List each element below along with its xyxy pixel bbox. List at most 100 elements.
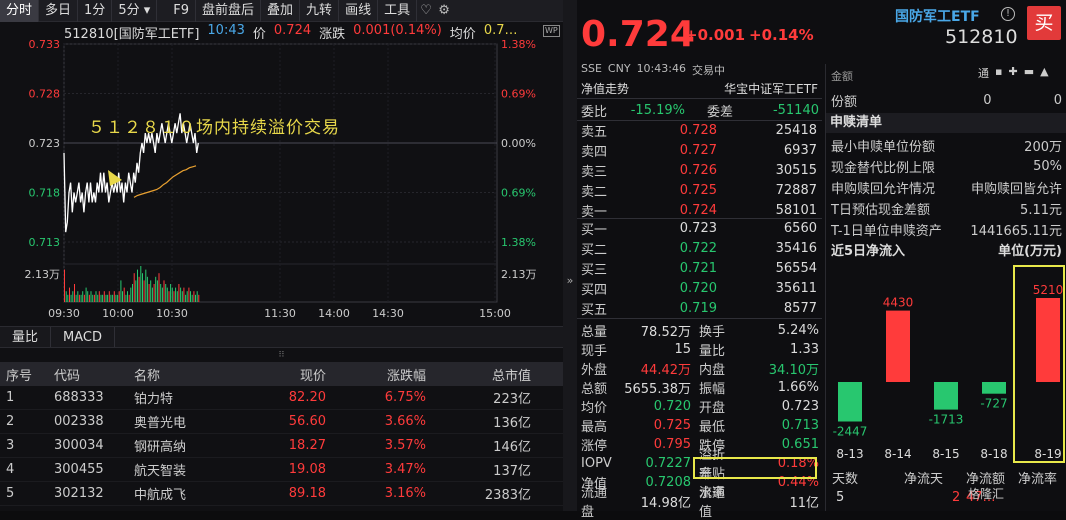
- y-tick-left: 0.718: [29, 187, 61, 200]
- stat-value: 34.10万: [768, 362, 819, 378]
- table-cell: 300034: [54, 438, 104, 453]
- column-header[interactable]: 序号: [0, 365, 50, 384]
- volume-bar: [151, 287, 153, 302]
- table-cell: 3.66%: [384, 414, 426, 429]
- level-price: 0.724: [679, 202, 717, 218]
- volume-bar: [176, 291, 178, 302]
- tools-button[interactable]: 工具: [378, 0, 418, 22]
- redemption-value: 50%: [1033, 158, 1062, 174]
- volume-bar: [196, 291, 198, 302]
- collapse-handle[interactable]: ⁝⁝: [0, 348, 563, 362]
- table-row[interactable]: 2 002338 奥普光电 56.60 3.66% 136亿: [0, 410, 563, 434]
- asks-row[interactable]: 卖二 0.725 72887: [577, 180, 822, 200]
- level-label: 买一: [581, 222, 608, 238]
- flow-summary-value: 5: [836, 490, 845, 505]
- flow-summary-header: 净流率: [1018, 472, 1058, 487]
- nav-trend-link[interactable]: 净值走势: [581, 80, 629, 97]
- buy-button[interactable]: 买: [1027, 6, 1061, 40]
- tab-1min[interactable]: 1分: [78, 0, 113, 22]
- volume-bar: [183, 287, 185, 302]
- tab-multiday[interactable]: 多日: [39, 0, 79, 22]
- tab-macd[interactable]: MACD: [51, 327, 115, 347]
- stat-value: 0.725: [653, 417, 691, 433]
- table-cell: 1: [6, 390, 15, 405]
- stat-label: 内盘: [699, 362, 726, 378]
- level-label: 卖一: [581, 204, 608, 220]
- x-tick: 14:30: [372, 307, 404, 320]
- tab-5min[interactable]: 5分 ▾: [112, 0, 158, 22]
- bids-row[interactable]: 买三 0.721 56554: [577, 258, 822, 278]
- flow-value: -727: [980, 397, 1007, 411]
- side-splitter[interactable]: »: [563, 0, 577, 511]
- table-row[interactable]: 1 688333 铂力特 82.20 6.75% 223亿: [0, 386, 563, 410]
- tab-volume-ratio[interactable]: 量比: [0, 327, 52, 347]
- column-header[interactable]: 名称: [130, 365, 230, 384]
- f9-button[interactable]: F9: [167, 0, 197, 22]
- volume-bar: [142, 273, 143, 302]
- premarket-button[interactable]: 盘前盘后: [196, 0, 262, 22]
- volume-bar: [85, 287, 87, 302]
- asks-row[interactable]: 卖一 0.724 58101: [577, 200, 822, 220]
- table-cell: 钢研高纳: [134, 440, 187, 455]
- gear-icon[interactable]: ⚙: [435, 0, 453, 22]
- stat-row: 流通盘 14.98亿 流通值 11亿: [577, 486, 822, 520]
- level-volume: 30515: [775, 162, 817, 178]
- price-change-pct: +0.14%: [749, 26, 814, 44]
- table-row[interactable]: 5 302132 中航成飞 89.18 3.16% 2383亿: [0, 482, 563, 506]
- detail-column: 通 ▪ ✚ ▬ ▲ 金额 份额 0 0 申赎清单 最小申赎单位份额 200万 现金替代…: [825, 64, 1066, 511]
- heart-icon[interactable]: ♡: [417, 0, 435, 22]
- stat-value: 1.66%: [777, 379, 819, 395]
- volume-bar: [128, 294, 130, 302]
- column-header[interactable]: 现价: [230, 365, 330, 384]
- draw-button[interactable]: 画线: [339, 0, 379, 22]
- asks-row[interactable]: 卖四 0.727 6937: [577, 140, 822, 160]
- column-header[interactable]: 总市值: [430, 365, 535, 384]
- nine-turn-button[interactable]: 九转: [300, 0, 340, 22]
- volume-bar: [198, 294, 200, 302]
- flow-unit: 单位(万元): [998, 244, 1062, 259]
- table-cell: 146亿: [493, 440, 531, 455]
- info-icon[interactable]: !: [1001, 7, 1015, 21]
- column-header[interactable]: 涨跌幅: [330, 365, 430, 384]
- level-volume: 58101: [775, 202, 817, 218]
- overlay-button[interactable]: 叠加: [261, 0, 301, 22]
- volume-bar: [143, 280, 145, 302]
- bids-row[interactable]: 买四 0.720 35611: [577, 278, 822, 298]
- bids-row[interactable]: 买五 0.719 8577: [577, 298, 822, 318]
- tab-intraday[interactable]: 分时: [0, 0, 40, 22]
- volume-bar: [103, 291, 105, 302]
- expand-icon[interactable]: »: [563, 274, 577, 287]
- table-cell: 4: [6, 462, 15, 477]
- table-row[interactable]: 4 300455 航天智装 19.08 3.47% 137亿: [0, 458, 563, 482]
- intraday-chart[interactable]: 0.733 1.38% 0.728 0.69% 0.723 0.00% 0.718 0.69%…: [0, 22, 563, 326]
- stat-label: 量比: [699, 343, 726, 359]
- bids-row[interactable]: 买一 0.723 6560: [577, 218, 822, 238]
- currency: CNY: [607, 62, 631, 75]
- volume-bar: [87, 291, 89, 302]
- trade-status: 交易中: [691, 64, 725, 77]
- column-header[interactable]: 代码: [50, 365, 130, 384]
- asks-row[interactable]: 卖五 0.728 25418: [577, 120, 822, 140]
- volume-bar: [180, 287, 182, 302]
- stat-value: 1.33: [790, 341, 819, 357]
- volume-bar: [82, 291, 84, 302]
- table-row[interactable]: 3 300034 钢研高纳 18.27 3.57% 146亿: [0, 434, 563, 458]
- level-volume: 56554: [775, 260, 817, 276]
- fund-name[interactable]: 国防军工ETF: [895, 6, 980, 26]
- flow-header: 近5日净流入 单位(万元): [826, 242, 1066, 262]
- flow-summary-header: 天数: [832, 472, 859, 487]
- fund-code: 512810: [945, 26, 1018, 48]
- stat-value: 14.98亿: [640, 495, 691, 511]
- nav-row: 净值走势 华宝中证军工ETF: [577, 78, 822, 98]
- table-cell: 铂力特: [134, 392, 174, 407]
- volume-bar: [120, 280, 122, 302]
- volume-bar: [93, 294, 95, 302]
- redemption-label: 现金替代比例上限: [831, 160, 936, 176]
- asks-row[interactable]: 卖三 0.726 30515: [577, 160, 822, 180]
- quote-panel: 0.724 +0.001 +0.14% 国防军工ETF ! 512810 买 S…: [577, 0, 1066, 520]
- bids-row[interactable]: 买二 0.722 35416: [577, 238, 822, 258]
- level-price: 0.720: [679, 280, 717, 296]
- flow-date: 8-15: [932, 447, 959, 461]
- volume-bar: [127, 291, 128, 302]
- chart-panel: 分时 多日 1分 5分 ▾ F9 盘前盘后 叠加 九转 画线 工具 ♡ ⚙ 5 1…: [0, 0, 563, 511]
